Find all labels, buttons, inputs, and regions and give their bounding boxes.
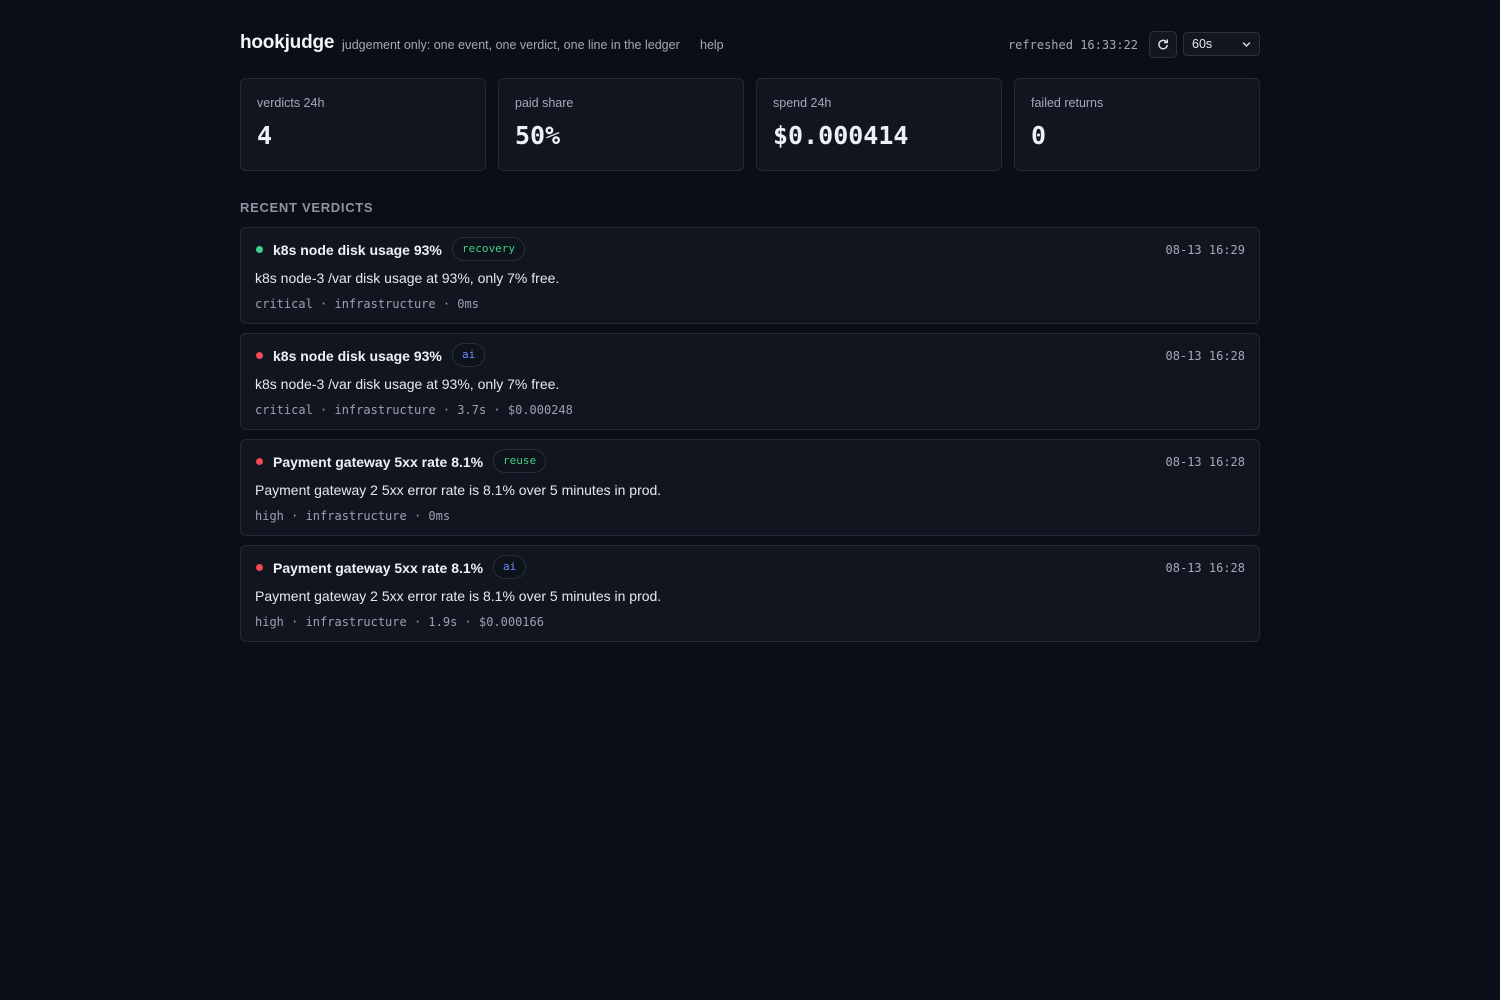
app-tagline: judgement only: one event, one verdict, … xyxy=(342,38,680,52)
verdict-title: Payment gateway 5xx rate 8.1% xyxy=(273,454,484,470)
verdict-time: 08-13 16:28 xyxy=(1165,349,1245,363)
stat-label: paid share xyxy=(515,96,574,110)
verdict-meta: critical · infrastructure · 3.7s · $0.00… xyxy=(255,403,573,417)
verdict-badge: ai xyxy=(493,555,527,579)
section-title: RECENT VERDICTS xyxy=(240,200,374,215)
stat-label: verdicts 24h xyxy=(257,96,325,110)
verdict-meta: critical · infrastructure · 0ms xyxy=(255,297,479,311)
verdict-summary: Payment gateway 2 5xx error rate is 8.1%… xyxy=(255,588,662,604)
stat-card-paid-share: paid share 50% xyxy=(498,78,744,171)
verdict-card[interactable]: k8s node disk usage 93% recovery 08-13 1… xyxy=(240,227,1260,324)
verdict-title: k8s node disk usage 93% xyxy=(273,348,442,364)
chevron-down-icon xyxy=(1242,42,1251,47)
stat-value: 0 xyxy=(1031,121,1047,150)
status-dot xyxy=(256,564,263,571)
stat-label: spend 24h xyxy=(773,96,832,110)
verdict-card[interactable]: Payment gateway 5xx rate 8.1% reuse 08-1… xyxy=(240,439,1260,536)
stat-card-verdicts: verdicts 24h 4 xyxy=(240,78,486,171)
verdict-meta: high · infrastructure · 0ms xyxy=(255,509,451,523)
verdict-time: 08-13 16:28 xyxy=(1165,561,1245,575)
status-dot xyxy=(256,246,263,253)
stat-card-failed-returns: failed returns 0 xyxy=(1014,78,1260,171)
app: hookjudge judgement only: one event, one… xyxy=(240,0,1260,642)
verdict-summary: Payment gateway 2 5xx error rate is 8.1%… xyxy=(255,482,662,498)
verdict-title: Payment gateway 5xx rate 8.1% xyxy=(273,560,484,576)
stat-value: 50% xyxy=(515,121,561,150)
refresh-interval-select[interactable]: 60s xyxy=(1183,32,1260,56)
verdict-summary: k8s node-3 /var disk usage at 93%, only … xyxy=(255,376,560,392)
status-dot xyxy=(256,352,263,359)
refresh-interval-value: 60s xyxy=(1192,37,1213,51)
header: hookjudge judgement only: one event, one… xyxy=(240,0,1260,88)
stat-card-spend: spend 24h $0.000414 xyxy=(756,78,1002,171)
verdict-badge: recovery xyxy=(452,237,525,261)
status-dot xyxy=(256,458,263,465)
stat-label: failed returns xyxy=(1031,96,1104,110)
verdict-title: k8s node disk usage 93% xyxy=(273,242,442,258)
verdict-list: k8s node disk usage 93% recovery 08-13 1… xyxy=(240,227,1260,651)
verdict-time: 08-13 16:29 xyxy=(1165,243,1245,257)
verdict-summary: k8s node-3 /var disk usage at 93%, only … xyxy=(255,270,560,286)
help-link[interactable]: help xyxy=(700,38,724,52)
stat-value: 4 xyxy=(257,121,273,150)
verdict-meta: high · infrastructure · 1.9s · $0.000166 xyxy=(255,615,544,629)
app-title: hookjudge xyxy=(240,32,335,53)
refresh-button[interactable] xyxy=(1149,31,1177,58)
verdict-badge: ai xyxy=(452,343,486,367)
verdict-time: 08-13 16:28 xyxy=(1165,455,1245,469)
stat-value: $0.000414 xyxy=(773,121,909,150)
refresh-icon xyxy=(1158,38,1168,49)
verdict-badge: reuse xyxy=(493,449,547,473)
stats-row: verdicts 24h 4 paid share 50% spend 24h … xyxy=(240,78,1260,171)
refreshed-timestamp: refreshed 16:33:22 xyxy=(1007,38,1138,52)
verdict-card[interactable]: Payment gateway 5xx rate 8.1% ai 08-13 1… xyxy=(240,545,1260,642)
verdict-card[interactable]: k8s node disk usage 93% ai 08-13 16:28 k… xyxy=(240,333,1260,430)
